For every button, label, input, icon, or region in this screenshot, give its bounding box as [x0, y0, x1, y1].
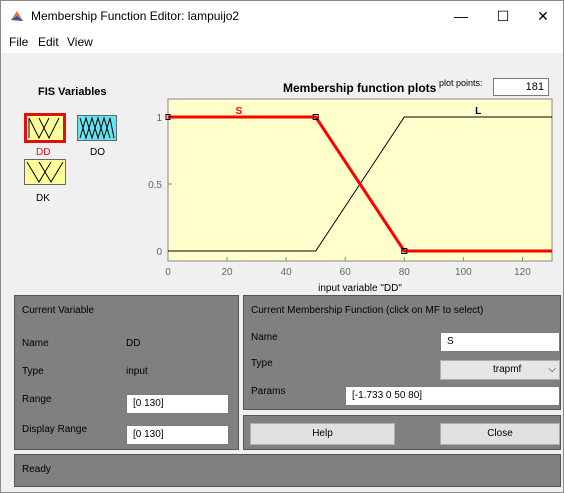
x-tick-label: 120 — [514, 267, 531, 278]
x-tick-label: 80 — [399, 267, 411, 278]
x-tick-label: 60 — [340, 267, 352, 278]
y-tick-label: 1 — [156, 113, 162, 124]
range-input[interactable]: [0 130] — [126, 394, 229, 414]
status-text: Ready — [22, 464, 51, 475]
plot-area — [167, 98, 553, 262]
x-tick-label: 20 — [222, 267, 234, 278]
current-mf-header: Current Membership Function (click on MF… — [251, 305, 484, 316]
mf-label-l: L — [475, 106, 481, 117]
variable-name-label: Name — [22, 338, 49, 349]
mf-label-s: S — [236, 106, 243, 117]
x-tick-label: 40 — [281, 267, 293, 278]
variable-type-value: input — [126, 366, 148, 377]
mf-type-value: trapmf — [493, 364, 522, 375]
x-tick-label: 0 — [165, 267, 171, 278]
range-label: Range — [22, 394, 52, 405]
x-tick-label: 100 — [455, 267, 472, 278]
y-tick-label: 0.5 — [148, 180, 162, 191]
mf-type-select[interactable]: trapmf ⌵ — [440, 360, 560, 380]
close-button[interactable]: Close — [440, 423, 560, 445]
mf-params-input[interactable]: [-1.733 0 50 80] — [345, 386, 560, 406]
status-bar: Ready — [14, 454, 561, 487]
current-variable-panel: Current Variable Name DD Type input Rang… — [14, 295, 239, 450]
y-tick-label: 0 — [156, 247, 162, 258]
mf-type-label: Type — [251, 358, 273, 369]
display-range-label: Display Range — [22, 424, 88, 435]
variable-name-value: DD — [126, 338, 141, 349]
current-mf-panel: Current Membership Function (click on MF… — [243, 295, 561, 410]
mf-params-label: Params — [251, 386, 286, 397]
display-range-input[interactable]: [0 130] — [126, 425, 229, 445]
chevron-down-icon: ⌵ — [548, 364, 556, 375]
membership-function-editor-window: Membership Function Editor: lampuijo2 — … — [0, 0, 564, 493]
mf-name-label: Name — [251, 332, 278, 343]
buttons-panel: Help Close — [243, 415, 561, 450]
variable-type-label: Type — [22, 366, 44, 377]
current-variable-header: Current Variable — [22, 305, 95, 316]
help-button[interactable]: Help — [250, 423, 395, 445]
mf-name-input[interactable]: S — [440, 332, 560, 352]
membership-function-plot[interactable]: 0 20 40 60 80 100 120 0 0.5 1 input variable "DD" L… — [1, 1, 564, 294]
x-axis-label: input variable "DD" — [318, 283, 402, 294]
